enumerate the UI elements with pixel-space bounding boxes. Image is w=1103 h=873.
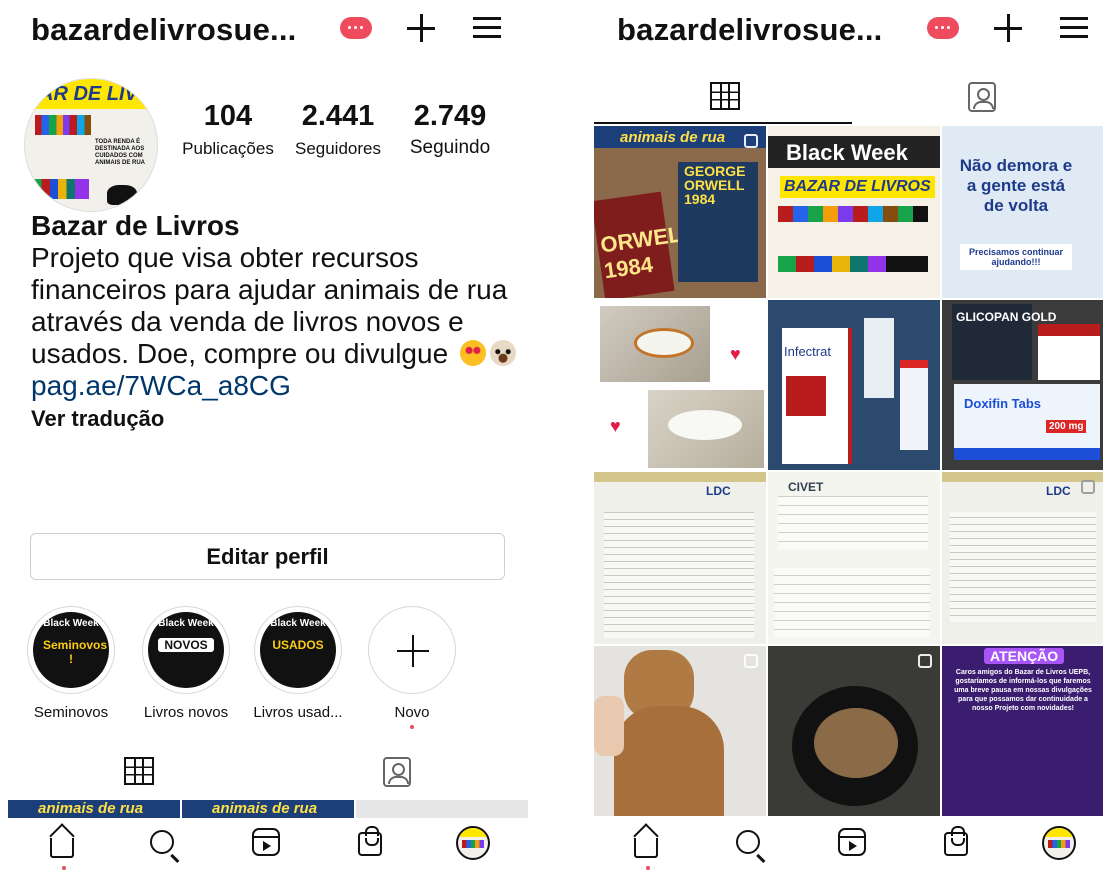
post-peek-title: animais de rua [212, 800, 318, 817]
post-subtitle: Precisamos continuar ajudando!!! [960, 244, 1072, 270]
profile-stats: 104 Publicações 2.441 Seguidores 2.749 S… [178, 100, 508, 170]
highlight-mid-text: USADOS [272, 638, 324, 652]
profile-screen-right: bazardelivrosue... animais de rua ORWELL… [572, 0, 1103, 873]
highlight-top-text: Black Week [43, 618, 99, 629]
highlight-label: Novo [394, 704, 430, 721]
post-extra: 200 mg [1046, 420, 1087, 433]
post-infectrat[interactable]: Infectrat [768, 300, 940, 470]
highlight-livros-novos[interactable]: Black Week NOVOS Livros novos [140, 606, 232, 721]
post-black-week[interactable]: Black Week BAZAR DE LIVROS [768, 126, 940, 298]
post-receipt-civet[interactable]: CIVET [768, 472, 940, 644]
display-name: Bazar de Livros [31, 210, 240, 241]
highlight-new[interactable]: Novo [366, 606, 458, 729]
post-title: ATENÇÃO [984, 648, 1065, 664]
stat-posts[interactable]: 104 Publicações [178, 100, 278, 159]
post-title: LDC [706, 484, 731, 498]
post-title: Black Week [786, 140, 908, 165]
stat-following[interactable]: 2.749 Seguindo [400, 100, 500, 159]
tagged-tab-icon[interactable] [968, 82, 996, 112]
notification-badge[interactable] [340, 17, 372, 39]
stat-posts-count: 104 [203, 100, 253, 132]
highlight-mid-text: Seminovos ! [43, 638, 108, 666]
bio-link[interactable]: pag.ae/7WCa_a8CG [31, 370, 521, 402]
bottom-nav [0, 818, 540, 873]
post-cats[interactable]: ♥ ♥ [594, 300, 766, 470]
profile-tab-avatar[interactable] [1042, 826, 1076, 860]
avatar-text: TODA RENDA É DESTINADA AOS CUIDADOS COM … [95, 139, 146, 166]
post-title: Não demora e a gente está de volta [959, 156, 1073, 215]
edit-profile-button[interactable]: Editar perfil [30, 533, 505, 580]
bio-text: Projeto que visa obter recursos financei… [31, 242, 521, 370]
post-subtitle: BAZAR DE LIVROS [780, 176, 935, 198]
grid-tab-icon[interactable] [710, 82, 740, 110]
shop-icon[interactable] [358, 826, 382, 856]
dog-face-emoji-icon [489, 340, 516, 366]
cat-icon [107, 185, 137, 205]
stat-following-count: 2.749 [413, 100, 487, 132]
profile-bio: Bazar de Livros Projeto que visa obter r… [31, 210, 521, 434]
post-title: LDC [1046, 484, 1071, 498]
profile-header: bazardelivrosue... [0, 0, 540, 60]
bottom-nav [572, 818, 1103, 873]
post-dogs-bed[interactable] [768, 646, 940, 816]
profile-avatar[interactable]: AR DE LIV TODA RENDA É DESTINADA AOS CUI… [24, 78, 158, 212]
post-receipt-ldc[interactable]: LDC [594, 472, 766, 644]
post-title: GLICOPAN GOLD [956, 310, 1057, 324]
post-animais-de-rua[interactable]: animais de rua ORWELL 1984 GEORGE ORWELL … [594, 126, 766, 298]
stat-posts-label: Publicações [182, 139, 274, 158]
add-highlight-icon [397, 635, 429, 667]
highlight-label: Livros novos [143, 704, 229, 721]
create-post-icon[interactable] [993, 13, 1023, 43]
stat-followers-count: 2.441 [301, 100, 375, 132]
post-subtitle: Doxifin Tabs [964, 396, 1042, 411]
profile-header: bazardelivrosue... [572, 0, 1103, 60]
search-icon[interactable] [150, 830, 174, 854]
profile-tab-avatar[interactable] [456, 826, 490, 860]
post-title: animais de rua [620, 129, 726, 146]
highlight-livros-usados[interactable]: Black Week USADOS Livros usad... [252, 606, 344, 721]
active-tab-indicator [594, 122, 852, 124]
notification-badge[interactable] [927, 17, 959, 39]
highlight-label: Livros usad... [253, 704, 343, 721]
avatar-title: AR DE LIV [39, 83, 138, 105]
highlight-mid-text: NOVOS [158, 638, 214, 652]
stat-followers[interactable]: 2.441 Seguidores [288, 100, 388, 159]
post-dog[interactable] [594, 646, 766, 816]
highlight-top-text: Black Week [270, 618, 326, 629]
heart-eyes-cat-emoji-icon [459, 340, 486, 366]
profile-screen-left: bazardelivrosue... AR DE LIV TODA RENDA … [0, 0, 540, 873]
reels-icon[interactable] [838, 828, 866, 856]
shop-icon[interactable] [944, 826, 968, 856]
post-peek-title: animais de rua [38, 800, 144, 817]
reels-icon[interactable] [252, 828, 280, 856]
highlight-label: Seminovos [33, 704, 109, 721]
post-receipt-ldc-2[interactable]: LDC [942, 472, 1103, 644]
menu-icon[interactable] [1060, 17, 1088, 39]
post-subtitle: Caros amigos do Bazar de Livros UEPB, go… [954, 669, 1092, 712]
bio-text-content: Projeto que visa obter recursos financei… [31, 242, 508, 369]
highlight-top-text: Black Week [158, 618, 214, 629]
username-switcher[interactable]: bazardelivrosue... [617, 12, 882, 48]
create-post-icon[interactable] [406, 13, 436, 43]
post-title: Infectrat [784, 344, 831, 359]
post-subtitle: GEORGE ORWELL 1984 [684, 163, 746, 207]
menu-icon[interactable] [473, 17, 501, 39]
grid-tab-icon[interactable] [124, 757, 154, 785]
highlight-seminovos[interactable]: Black Week Seminovos ! Seminovos [25, 606, 117, 721]
post-title: CIVET [788, 480, 824, 494]
username-switcher[interactable]: bazardelivrosue... [31, 12, 296, 48]
home-icon[interactable] [634, 838, 658, 858]
stat-followers-label: Seguidores [294, 139, 381, 158]
post-glicopan-doxifin[interactable]: GLICOPAN GOLD Doxifin Tabs 200 mg [942, 300, 1103, 470]
home-icon[interactable] [50, 838, 74, 858]
stat-following-label: Seguindo [409, 137, 491, 158]
search-icon[interactable] [736, 830, 760, 854]
post-nao-demora[interactable]: Não demora e a gente está de volta Preci… [942, 126, 1103, 298]
post-atencao[interactable]: ATENÇÃO Caros amigos do Bazar de Livros … [942, 646, 1103, 816]
see-translation-link[interactable]: Ver tradução [31, 404, 521, 434]
tagged-tab-icon[interactable] [383, 757, 411, 787]
